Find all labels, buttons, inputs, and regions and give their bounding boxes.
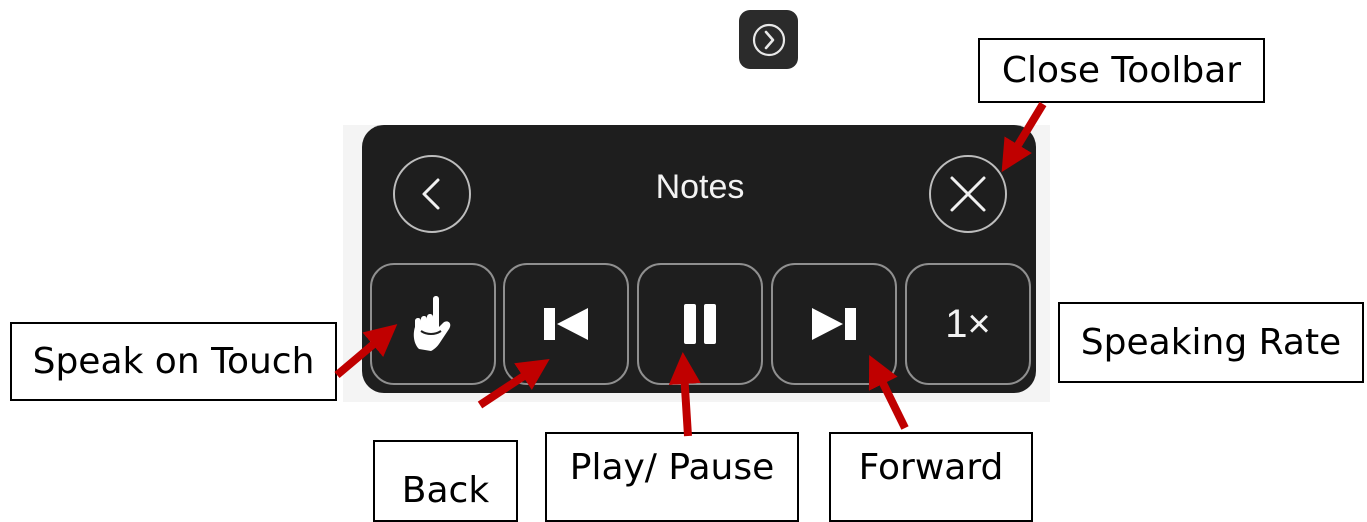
arrow-speak-on-touch xyxy=(334,324,398,379)
arrow-play-pause xyxy=(668,352,701,437)
arrow-back xyxy=(477,358,550,409)
arrow-forward xyxy=(868,355,909,430)
callout-arrows xyxy=(334,101,1047,437)
arrow-close-toolbar xyxy=(1001,101,1047,173)
